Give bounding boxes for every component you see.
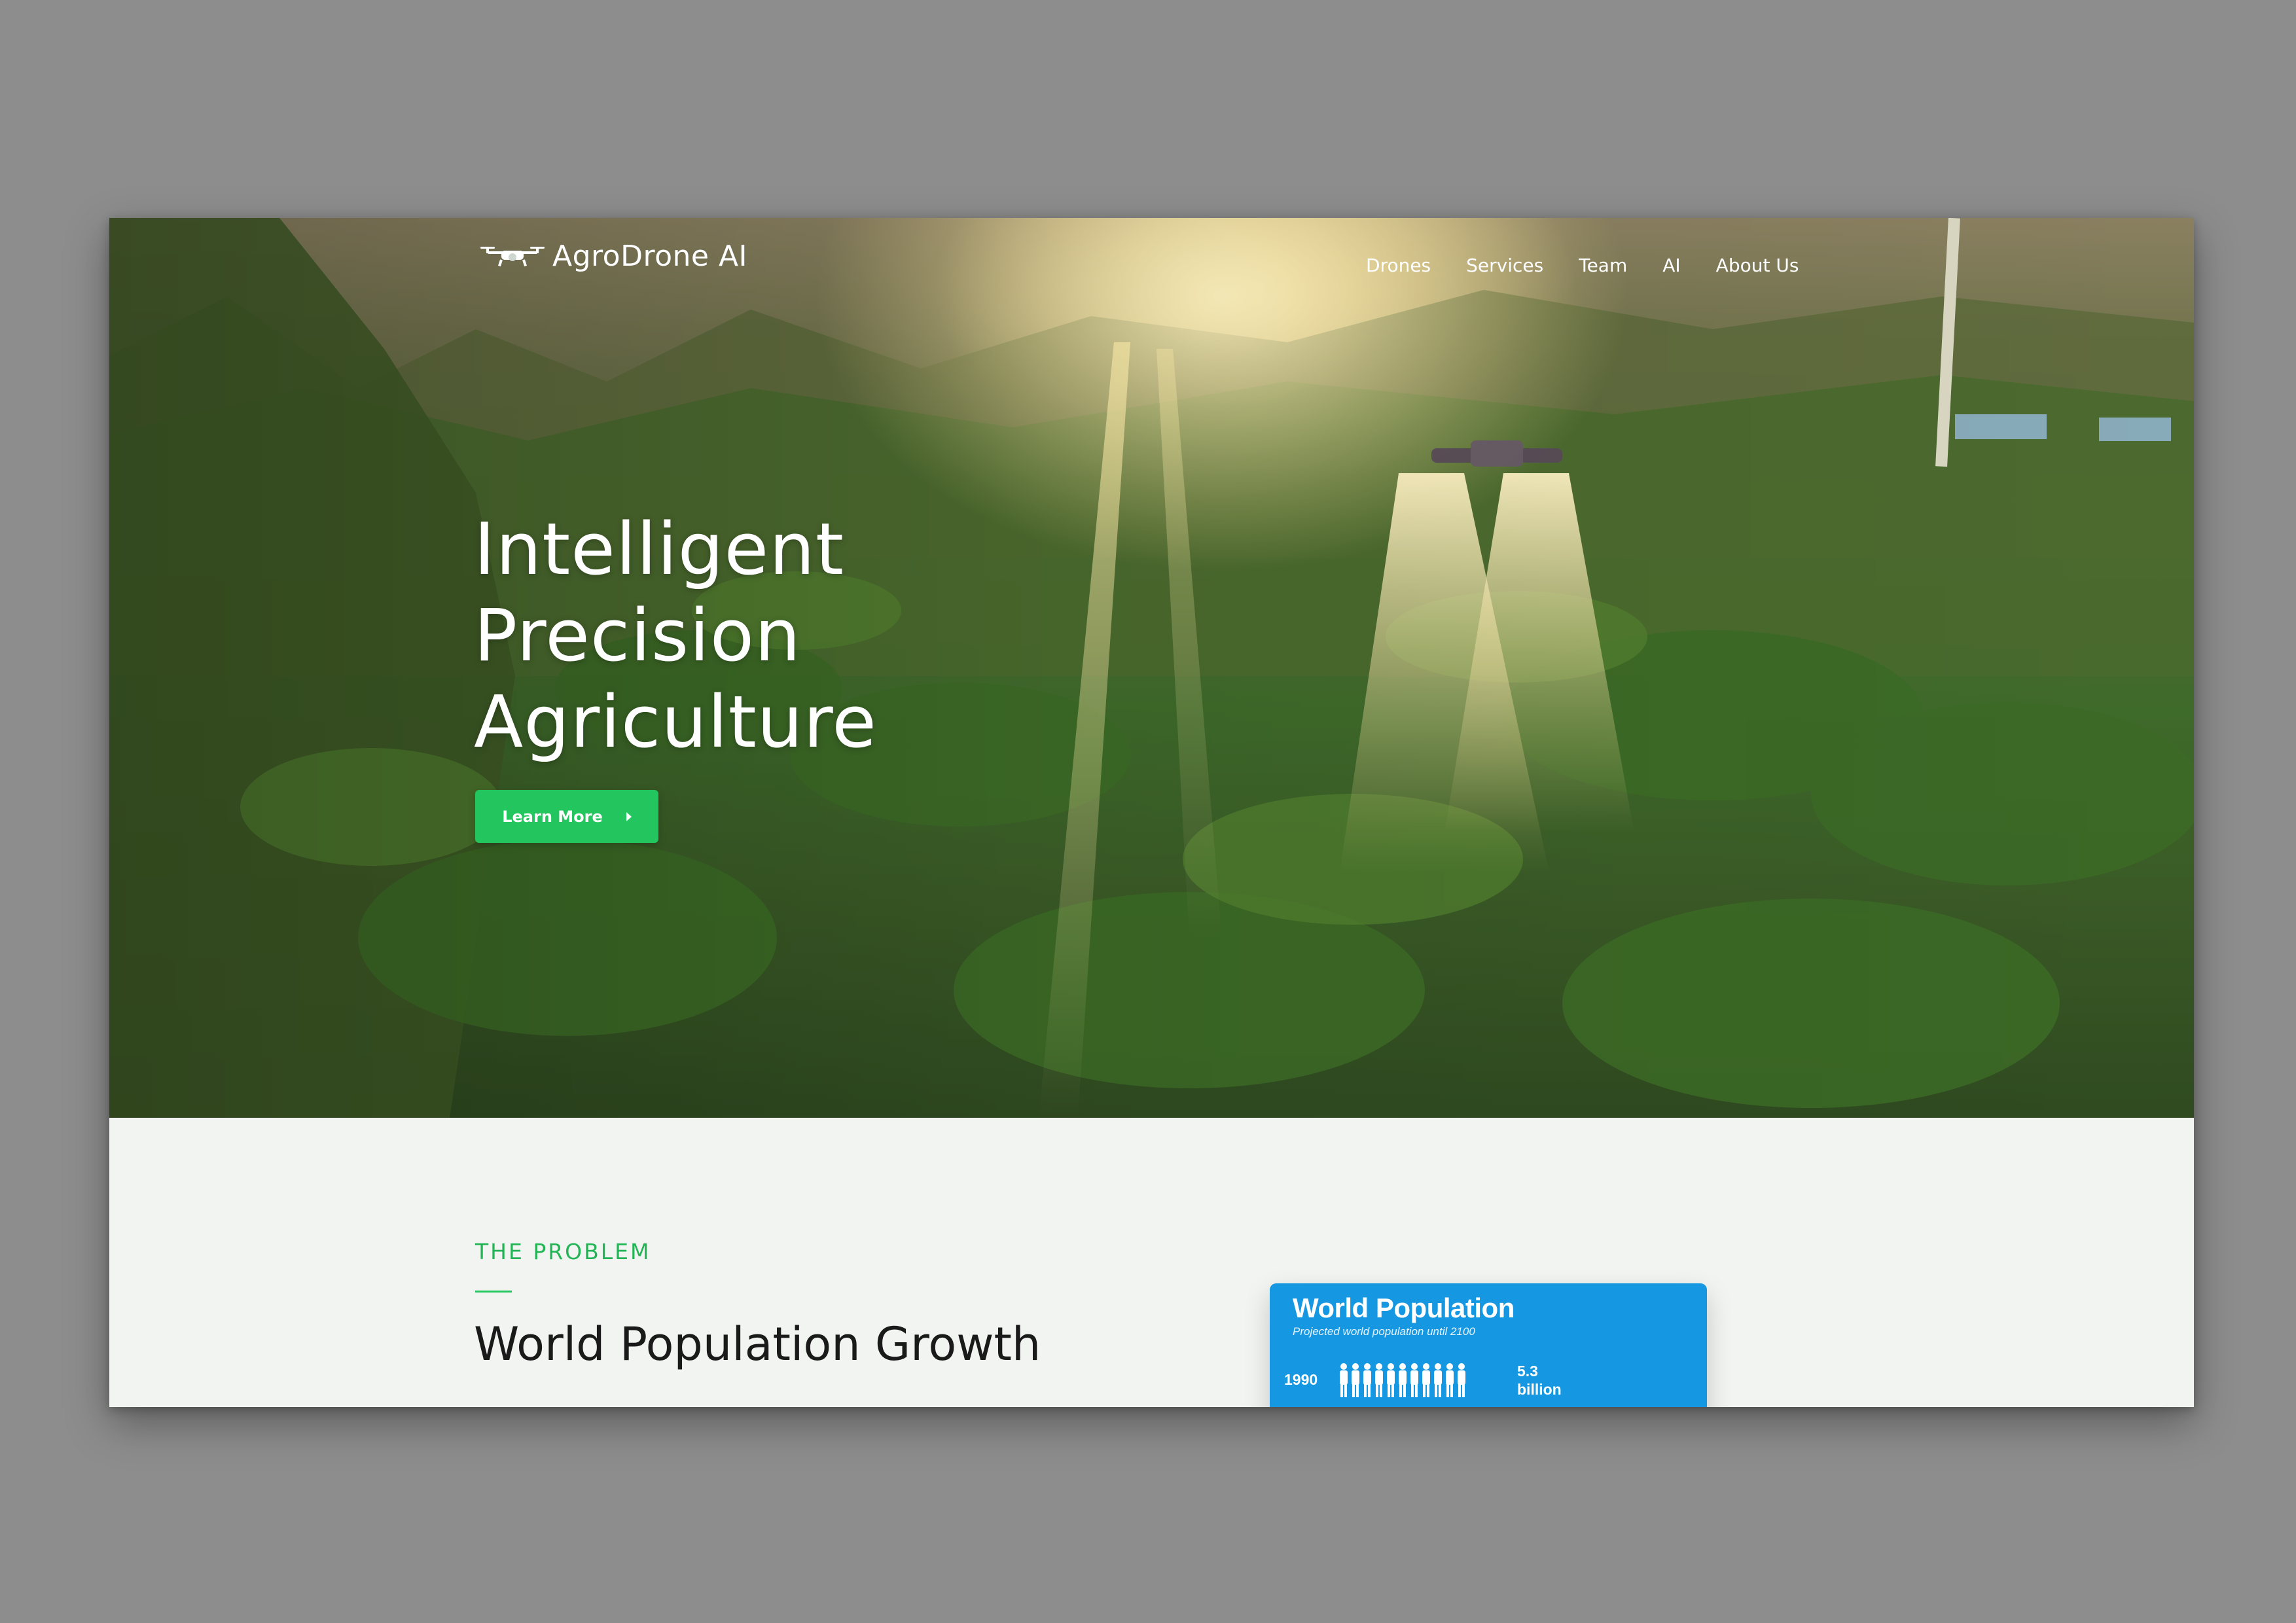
- infographic-value: 5.3 billion: [1517, 1362, 1562, 1399]
- hero-title: Intelligent Precision Agriculture: [474, 506, 1128, 765]
- browser-window: AgroDrone AI Drones Services Team AI Abo…: [109, 218, 2194, 1407]
- section-eyebrow: THE PROBLEM: [475, 1239, 651, 1264]
- people-icon-row: [1340, 1363, 1465, 1397]
- nav-item-services[interactable]: Services: [1466, 255, 1543, 276]
- hero-title-line: Agriculture: [474, 680, 877, 764]
- hero-overlay: [109, 218, 2194, 1118]
- section-title: World Population Growth: [474, 1317, 1041, 1371]
- hero-title-line: Intelligent: [474, 507, 844, 591]
- learn-more-button[interactable]: Learn More: [475, 790, 658, 843]
- population-infographic: World Population Projected world populat…: [1270, 1283, 1707, 1407]
- brand-name: AgroDrone AI: [552, 239, 748, 273]
- infographic-value-number: 5.3: [1517, 1363, 1538, 1380]
- caret-right-icon: [626, 812, 632, 821]
- hero-title-line: Precision: [474, 594, 801, 677]
- infographic-title: World Population: [1293, 1293, 1515, 1323]
- learn-more-label: Learn More: [502, 807, 603, 826]
- drone-icon: [480, 247, 545, 267]
- main-nav: Drones Services Team AI About Us: [1366, 255, 1799, 276]
- brand-logo-link[interactable]: AgroDrone AI: [479, 238, 747, 274]
- infographic-subtitle: Projected world population until 2100: [1293, 1325, 1475, 1338]
- section-divider: [475, 1291, 512, 1293]
- nav-item-team[interactable]: Team: [1579, 255, 1627, 276]
- nav-item-about-us[interactable]: About Us: [1716, 255, 1799, 276]
- nav-item-ai[interactable]: AI: [1662, 255, 1680, 276]
- hero-section: AgroDrone AI Drones Services Team AI Abo…: [109, 218, 2194, 1118]
- nav-item-drones[interactable]: Drones: [1366, 255, 1431, 276]
- infographic-year: 1990: [1284, 1371, 1318, 1388]
- infographic-value-unit: billion: [1517, 1381, 1562, 1398]
